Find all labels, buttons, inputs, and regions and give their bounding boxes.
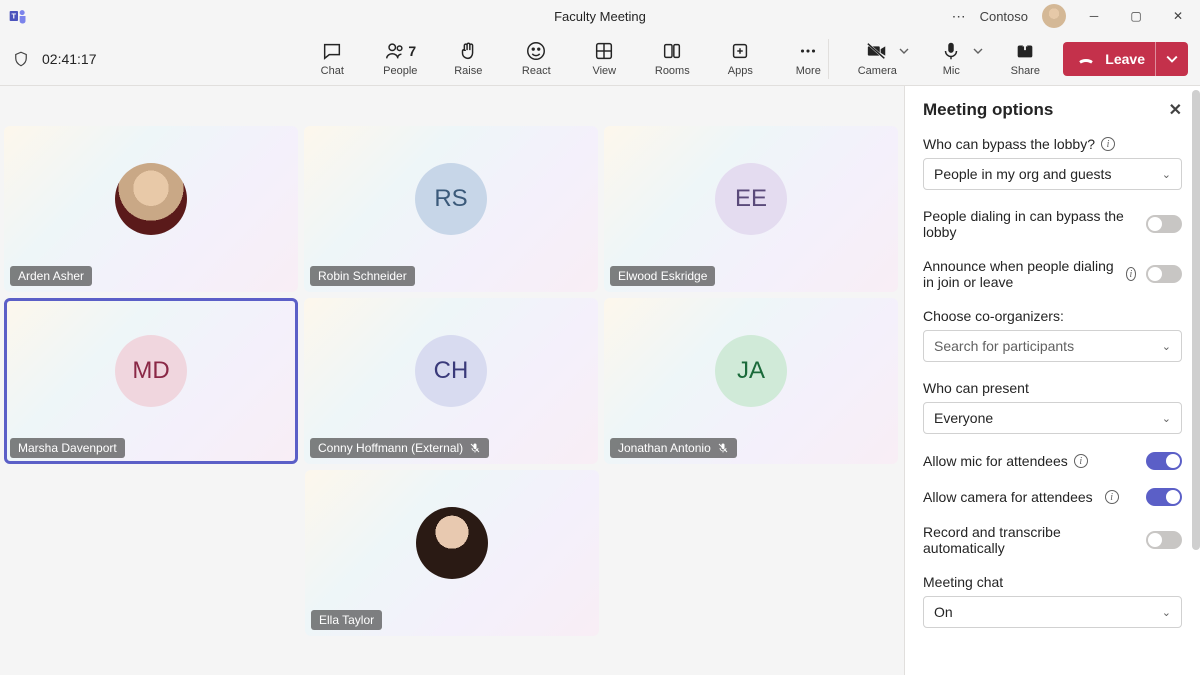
meeting-options-panel: Meeting options ✕ Who can bypass the lob… xyxy=(904,86,1200,675)
allow-mic-toggle[interactable] xyxy=(1146,452,1182,470)
close-panel-button[interactable]: ✕ xyxy=(1169,100,1182,120)
present-select[interactable]: Everyone⌄ xyxy=(923,402,1182,434)
maximize-button[interactable]: ▢ xyxy=(1122,9,1150,23)
hand-icon xyxy=(457,40,479,62)
apps-button[interactable]: Apps xyxy=(720,40,760,77)
hangup-icon xyxy=(1077,50,1095,68)
coorg-select[interactable]: Search for participants⌄ xyxy=(923,330,1182,362)
info-icon[interactable]: i xyxy=(1126,267,1136,281)
participant-name-label: Conny Hoffmann (External) xyxy=(310,438,489,458)
view-button[interactable]: View xyxy=(584,40,624,77)
participant-name-label: Robin Schneider xyxy=(310,266,415,286)
meeting-chat-label: Meeting chat xyxy=(923,574,1182,590)
allow-cam-toggle[interactable] xyxy=(1146,488,1182,506)
record-label: Record and transcribe automatically xyxy=(923,524,1136,556)
meeting-title: Faculty Meeting xyxy=(554,9,646,24)
info-icon[interactable]: i xyxy=(1101,137,1115,151)
allow-mic-label: Allow mic for attendees xyxy=(923,453,1068,469)
dialin-bypass-toggle[interactable] xyxy=(1146,215,1182,233)
rooms-button[interactable]: Rooms xyxy=(652,40,692,77)
participant-tile[interactable]: JA Jonathan Antonio xyxy=(604,298,898,464)
emoji-icon xyxy=(525,40,547,62)
chat-icon xyxy=(321,40,343,62)
video-stage: Arden Asher RS Robin Schneider EE Elwood Esk… xyxy=(0,86,904,675)
participant-name-label: Ella Taylor xyxy=(311,610,382,630)
camera-button[interactable]: Camera xyxy=(857,40,897,77)
avatar-initials: MD xyxy=(115,335,187,407)
mic-icon xyxy=(940,40,962,62)
react-button[interactable]: React xyxy=(516,40,556,77)
share-icon xyxy=(1014,40,1036,62)
shield-icon xyxy=(12,50,30,68)
more-horizontal-icon xyxy=(797,40,819,62)
apps-icon xyxy=(729,40,751,62)
allow-cam-label: Allow camera for attendees xyxy=(923,489,1093,505)
title-bar: T Faculty Meeting ⋯ Contoso ─ ▢ ✕ xyxy=(0,0,1200,32)
participant-tile[interactable]: EE Elwood Eskridge xyxy=(604,126,898,292)
participant-tile[interactable]: Arden Asher xyxy=(4,126,298,292)
present-label: Who can present xyxy=(923,380,1182,396)
avatar-photo xyxy=(115,163,187,235)
mic-button[interactable]: Mic xyxy=(931,40,971,77)
user-avatar[interactable] xyxy=(1042,4,1066,28)
meeting-toolbar: 02:41:17 Chat 7 People Raise React View xyxy=(0,32,1200,86)
chevron-down-icon[interactable] xyxy=(973,46,983,56)
announce-toggle[interactable] xyxy=(1146,265,1182,283)
chevron-down-icon[interactable] xyxy=(899,46,909,56)
panel-title: Meeting options xyxy=(923,100,1053,120)
bypass-select[interactable]: People in my org and guests⌄ xyxy=(923,158,1182,190)
svg-text:T: T xyxy=(12,12,17,21)
toolbar-separator xyxy=(828,39,829,79)
participant-tile[interactable]: CH Conny Hoffmann (External) xyxy=(304,298,598,464)
mic-off-icon xyxy=(717,442,729,454)
raise-hand-button[interactable]: Raise xyxy=(448,40,488,77)
org-name: Contoso xyxy=(980,9,1028,24)
participant-tile[interactable]: RS Robin Schneider xyxy=(304,126,598,292)
mic-off-icon xyxy=(469,442,481,454)
chat-button[interactable]: Chat xyxy=(312,40,352,77)
grid-icon xyxy=(593,40,615,62)
minimize-button[interactable]: ─ xyxy=(1080,9,1108,23)
more-button[interactable]: More xyxy=(788,40,828,77)
leave-button[interactable]: Leave xyxy=(1063,42,1188,76)
bypass-label: Who can bypass the lobby? xyxy=(923,136,1095,152)
dialin-bypass-label: People dialing in can bypass the lobby xyxy=(923,208,1136,240)
people-button[interactable]: 7 People xyxy=(380,40,420,77)
info-icon[interactable]: i xyxy=(1074,454,1088,468)
leave-dropdown[interactable] xyxy=(1155,42,1178,76)
share-button[interactable]: Share xyxy=(1005,40,1045,77)
close-button[interactable]: ✕ xyxy=(1164,9,1192,23)
coorg-label: Choose co-organizers: xyxy=(923,308,1182,324)
participant-name-label: Elwood Eskridge xyxy=(610,266,715,286)
avatar-initials: CH xyxy=(415,335,487,407)
announce-label: Announce when people dialing in join or … xyxy=(923,258,1120,290)
more-icon[interactable]: ⋯ xyxy=(952,8,966,25)
avatar-photo xyxy=(416,507,488,579)
info-icon[interactable]: i xyxy=(1105,490,1119,504)
rooms-icon xyxy=(661,40,683,62)
avatar-initials: EE xyxy=(715,163,787,235)
meeting-chat-select[interactable]: On⌄ xyxy=(923,596,1182,628)
participant-name-label: Jonathan Antonio xyxy=(610,438,737,458)
scrollbar[interactable] xyxy=(1192,90,1200,550)
call-timer: 02:41:17 xyxy=(42,51,97,67)
teams-icon: T xyxy=(8,6,28,26)
avatar-initials: RS xyxy=(415,163,487,235)
participant-tile[interactable]: Ella Taylor xyxy=(305,470,599,636)
camera-off-icon xyxy=(866,40,888,62)
participant-tile[interactable]: MD Marsha Davenport xyxy=(4,298,298,464)
people-icon xyxy=(384,40,406,62)
record-toggle[interactable] xyxy=(1146,531,1182,549)
participant-name-label: Marsha Davenport xyxy=(10,438,125,458)
avatar-initials: JA xyxy=(715,335,787,407)
participant-name-label: Arden Asher xyxy=(10,266,92,286)
